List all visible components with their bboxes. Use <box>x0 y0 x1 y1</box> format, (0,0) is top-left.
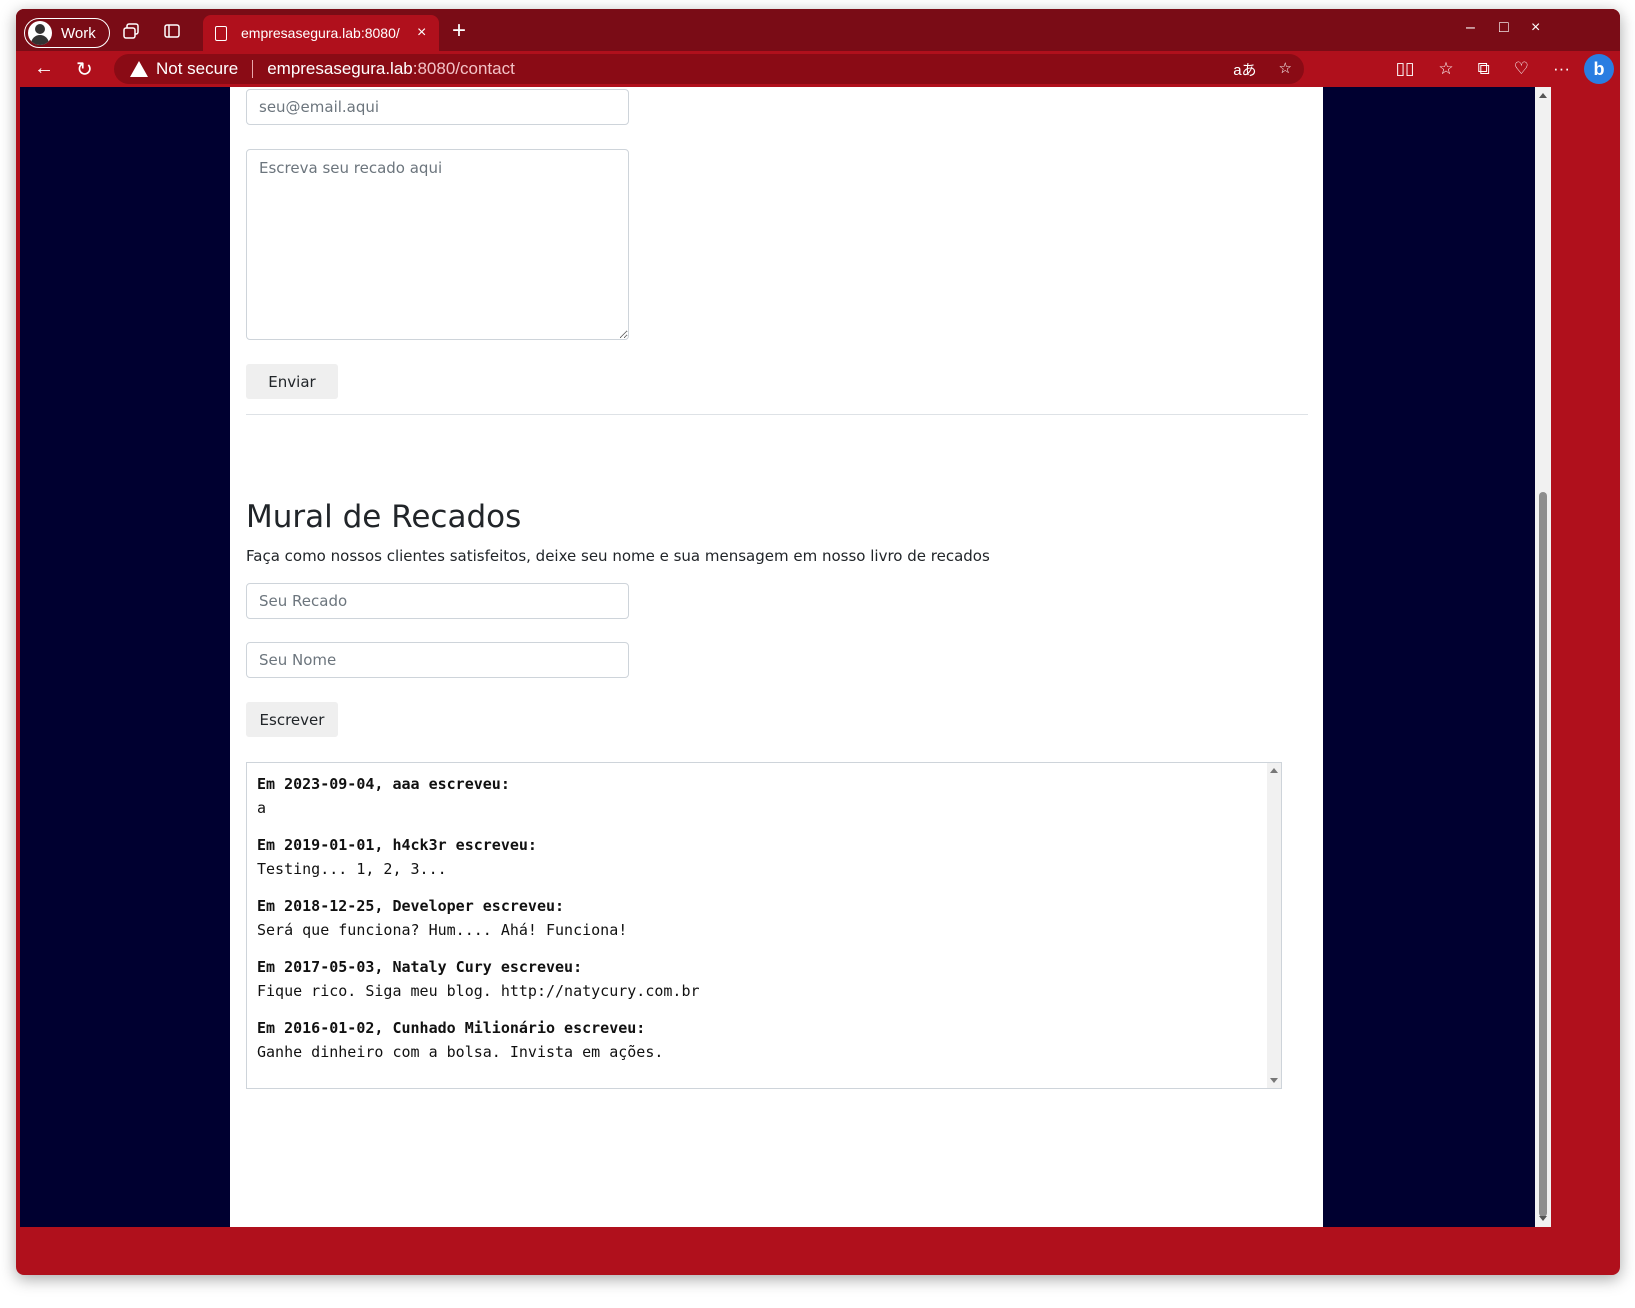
new-tab-button[interactable]: + <box>452 17 466 45</box>
favorites-icon[interactable]: ☆ <box>1438 59 1453 79</box>
toolbar-icons: ▯▯ ☆ ⧉ ♡ ··· <box>1396 59 1570 79</box>
entry-header: Em 2023-09-04, aaa escreveu: <box>257 775 510 793</box>
profile-label: Work <box>61 24 96 42</box>
list-item: Em 2016-01-02, Cunhado Milionário escrev… <box>257 1017 1261 1064</box>
entry-message: Ganhe dinheiro com a bolsa. Invista em a… <box>257 1043 664 1061</box>
profile-button[interactable]: Work <box>24 18 110 48</box>
entry-header: Em 2017-05-03, Nataly Cury escreveu: <box>257 958 583 976</box>
guestbook-scrollbar[interactable] <box>1267 763 1281 1088</box>
tab-close-icon[interactable]: × <box>417 24 426 42</box>
favorite-star-icon[interactable]: ☆ <box>1279 59 1292 80</box>
entry-header: Em 2016-01-02, Cunhado Milionário escrev… <box>257 1019 646 1037</box>
entry-header: Em 2019-01-01, h4ck3r escreveu: <box>257 836 537 854</box>
performance-icon[interactable]: ♡ <box>1514 59 1529 79</box>
entry-message: Testing... 1, 2, 3... <box>257 860 447 878</box>
browser-toolbar: ← ↻ Not secure empresasegura.lab:8080/co… <box>16 51 1620 87</box>
mural-title: Mural de Recados <box>246 499 522 535</box>
read-aloud-icon[interactable]: aあ <box>1233 59 1256 80</box>
reload-button[interactable]: ↻ <box>76 57 93 82</box>
tab-title: empresasegura.lab:8080/ <box>241 25 400 41</box>
browser-window: Work empresasegura.lab:8080/ × + – □ × ←… <box>16 9 1620 1275</box>
bing-copilot-icon[interactable]: b <box>1584 54 1614 84</box>
list-item: Em 2023-09-04, aaa escreveu: a <box>257 773 1261 820</box>
list-item: Em 2019-01-01, h4ck3r escreveu: Testing.… <box>257 834 1261 881</box>
close-window-button[interactable]: × <box>1531 19 1540 37</box>
more-menu-icon[interactable]: ··· <box>1553 59 1570 79</box>
mural-subtitle: Faça como nossos clientes satisfeitos, d… <box>246 547 990 565</box>
back-button[interactable]: ← <box>34 57 54 80</box>
scroll-up-arrow-icon[interactable] <box>1539 93 1547 98</box>
tab-active[interactable]: empresasegura.lab:8080/ × <box>203 15 439 51</box>
list-item: Em 2018-12-25, Developer escreveu: Será … <box>257 895 1261 942</box>
tab-strip: Work empresasegura.lab:8080/ × + – □ × <box>16 9 1620 51</box>
url-path: :8080/contact <box>412 59 515 78</box>
minimize-button[interactable]: – <box>1466 19 1475 37</box>
email-field[interactable] <box>246 89 629 125</box>
maximize-button[interactable]: □ <box>1499 19 1509 37</box>
scrollbar-thumb[interactable] <box>1539 492 1547 1217</box>
guestbook-list: Em 2023-09-04, aaa escreveu: a Em 2019-0… <box>257 773 1261 1078</box>
list-item: Em 2017-05-03, Nataly Cury escreveu: Fiq… <box>257 956 1261 1003</box>
send-button[interactable]: Enviar <box>246 364 338 399</box>
entry-message: a <box>257 799 267 817</box>
entry-message: Fique rico. Siga meu blog. http://natycu… <box>257 982 700 1000</box>
divider <box>252 60 254 78</box>
split-screen-icon[interactable]: ▯▯ <box>1396 59 1415 79</box>
page-content: Enviar Mural de Recados Faça como nossos… <box>230 87 1323 1227</box>
section-divider <box>246 414 1308 415</box>
scroll-down-arrow-icon[interactable] <box>1270 1078 1278 1083</box>
recado-input[interactable] <box>246 583 629 619</box>
warning-icon <box>130 61 148 77</box>
page-icon <box>215 25 227 41</box>
collections-icon[interactable]: ⧉ <box>1478 59 1490 79</box>
scroll-up-arrow-icon[interactable] <box>1270 768 1278 773</box>
write-button[interactable]: Escrever <box>246 702 338 737</box>
address-bar[interactable]: Not secure empresasegura.lab:8080/contac… <box>114 54 1304 84</box>
workspaces-icon[interactable] <box>122 23 140 39</box>
omnibox-actions: aあ ☆ <box>1233 59 1292 80</box>
security-label[interactable]: Not secure <box>156 59 238 79</box>
tab-actions-icon[interactable] <box>163 23 181 39</box>
avatar-icon <box>28 21 52 45</box>
entry-message: Será que funciona? Hum.... Ahá! Funciona… <box>257 921 628 939</box>
url-host: empresasegura.lab <box>267 59 413 78</box>
guestbook-box[interactable]: Em 2023-09-04, aaa escreveu: a Em 2019-0… <box>246 762 1282 1089</box>
entry-header: Em 2018-12-25, Developer escreveu: <box>257 897 565 915</box>
scroll-down-arrow-icon[interactable] <box>1539 1216 1547 1221</box>
page-scrollbar[interactable] <box>1535 87 1551 1227</box>
message-textarea[interactable] <box>246 149 629 340</box>
nome-input[interactable] <box>246 642 629 678</box>
page-viewport: Enviar Mural de Recados Faça como nossos… <box>20 87 1535 1227</box>
